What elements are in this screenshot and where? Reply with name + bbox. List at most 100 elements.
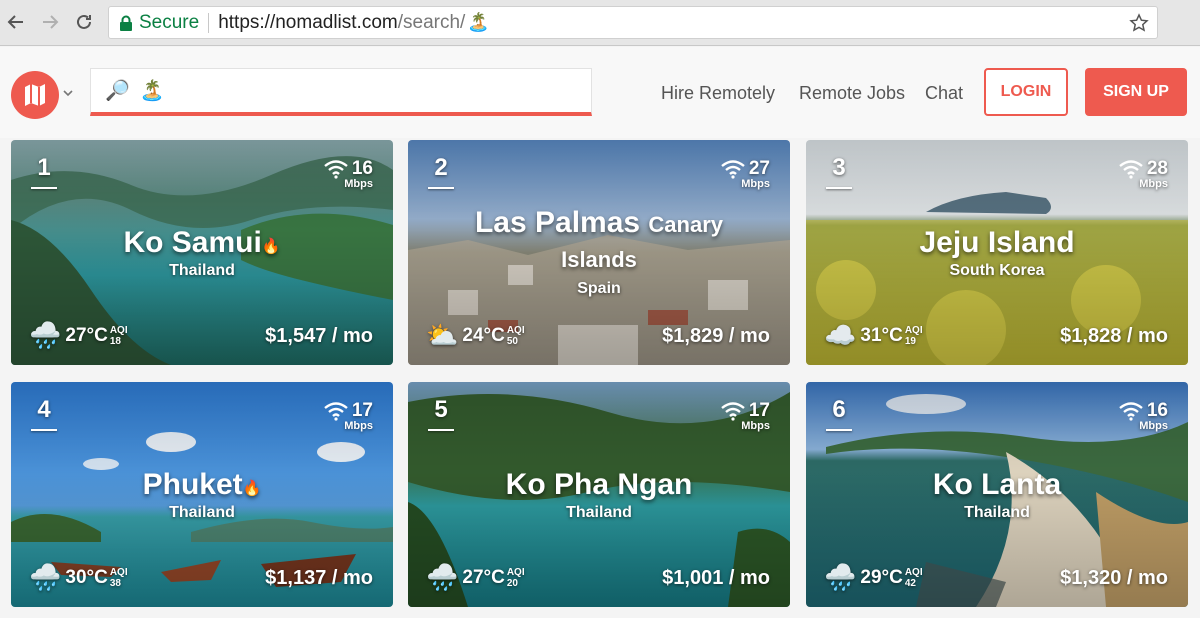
wifi-value: 28	[1146, 158, 1168, 179]
country-name: Thailand	[169, 262, 235, 279]
city-name-block: Jeju Island	[806, 226, 1188, 261]
bookmark-star-icon[interactable]	[1129, 13, 1149, 33]
nav-hire-remotely[interactable]: Hire Remotely	[661, 83, 775, 104]
city-name: Las Palmas	[474, 206, 641, 239]
wifi-speed: 16 Mbps	[323, 158, 373, 190]
search-input[interactable]: 🔎 🏝️	[90, 68, 592, 116]
city-card[interactable]: 2 27 Mbps Las Palmas Canary Islands Spain…	[408, 140, 790, 365]
back-button[interactable]	[2, 8, 30, 36]
reload-icon	[77, 14, 91, 29]
aqi-value: 38	[109, 577, 121, 589]
city-name-line2: Islands	[561, 246, 637, 272]
rank-number: 2	[434, 154, 448, 181]
rank-underline	[428, 187, 454, 189]
monthly-cost: $1,001 / mo	[662, 567, 770, 589]
aqi-label: AQI	[109, 324, 128, 336]
fire-icon: 🔥	[261, 238, 281, 255]
city-name-block: Phuket🔥	[11, 468, 393, 503]
chevron-down-icon[interactable]	[62, 87, 74, 99]
weather-info: ☁️ 31°C AQI 19	[824, 320, 923, 351]
city-name-block: Ko Pha Ngan	[408, 468, 790, 503]
aqi-label: AQI	[506, 324, 525, 336]
city-name-block: Ko Lanta	[806, 468, 1188, 503]
wifi-unit: Mbps	[344, 420, 373, 432]
secure-label: Secure	[139, 11, 200, 33]
arrow-right-icon	[43, 15, 59, 29]
wifi-speed: 17 Mbps	[720, 400, 770, 432]
nav-chat[interactable]: Chat	[925, 83, 963, 104]
wifi-value: 16	[351, 158, 373, 179]
temperature: 27°C	[65, 324, 108, 346]
rank-underline	[826, 187, 852, 189]
temperature: 29°C	[860, 566, 903, 588]
city-card[interactable]: 4 17 Mbps Phuket🔥 Thailand 🌧️ 30°C AQI 3…	[11, 382, 393, 607]
nomadlist-logo[interactable]	[11, 71, 59, 119]
city-card[interactable]: 6 16 Mbps Ko Lanta Thailand 🌧️ 29°C AQI	[806, 382, 1188, 607]
rank-underline	[31, 429, 57, 431]
forward-button[interactable]	[36, 8, 64, 36]
lock-icon	[120, 15, 132, 31]
city-name: Phuket	[142, 468, 243, 501]
country-name: South Korea	[949, 262, 1045, 279]
wifi-icon	[324, 402, 348, 421]
aqi-value: 42	[904, 577, 916, 589]
wifi-unit: Mbps	[1139, 178, 1168, 190]
weather-info: 🌧️ 27°C AQI 20	[426, 562, 525, 593]
weather-icon: 🌧️	[824, 562, 857, 592]
url-host: https://nomadlist.com	[218, 11, 398, 33]
rank-number: 6	[832, 396, 846, 423]
wifi-unit: Mbps	[344, 178, 373, 190]
wifi-unit: Mbps	[741, 420, 770, 432]
arrow-left-icon	[7, 15, 23, 29]
nav-remote-jobs[interactable]: Remote Jobs	[799, 83, 905, 104]
country-name: Thailand	[566, 504, 632, 521]
aqi-label: AQI	[904, 566, 923, 578]
rank-number: 5	[434, 396, 448, 423]
wifi-speed: 16 Mbps	[1118, 400, 1168, 432]
aqi-block: AQI 38	[110, 567, 128, 589]
search-icon: 🔎	[105, 80, 130, 102]
rank-underline	[31, 187, 57, 189]
aqi-block: AQI 20	[507, 567, 525, 589]
temperature: 27°C	[462, 566, 505, 588]
wifi-unit: Mbps	[1139, 420, 1168, 432]
weather-info: 🌧️ 30°C AQI 38	[29, 562, 128, 593]
map-icon	[25, 84, 45, 106]
city-card[interactable]: 5 17 Mbps Ko Pha Ngan Thailand 🌧️ 27°C A…	[408, 382, 790, 607]
fire-icon: 🔥	[242, 480, 262, 497]
temperature: 30°C	[65, 566, 108, 588]
monthly-cost: $1,828 / mo	[1060, 325, 1168, 347]
wifi-icon	[1119, 402, 1143, 421]
signup-button[interactable]: SIGN UP	[1085, 68, 1187, 116]
site-header: 🔎 🏝️ Hire Remotely Remote Jobs Chat LOGI…	[0, 47, 1200, 138]
wifi-speed: 27 Mbps	[720, 158, 770, 190]
city-name: Ko Pha Ngan	[505, 468, 693, 501]
url-emoji: 🏝️	[467, 12, 490, 32]
reload-button[interactable]	[70, 8, 98, 36]
country-name: Thailand	[169, 504, 235, 521]
aqi-block: AQI 50	[507, 325, 525, 347]
aqi-label: AQI	[506, 566, 525, 578]
weather-icon: 🌧️	[29, 320, 62, 350]
browser-toolbar: Secure https://nomadlist.com/search/🏝️	[0, 0, 1200, 46]
monthly-cost: $1,829 / mo	[662, 325, 770, 347]
aqi-block: AQI 19	[905, 325, 923, 347]
city-card[interactable]: 3 28 Mbps Jeju Island South Korea ☁️ 31°…	[806, 140, 1188, 365]
wifi-speed: 17 Mbps	[323, 400, 373, 432]
city-name: Jeju Island	[919, 226, 1075, 259]
address-bar[interactable]: Secure https://nomadlist.com/search/🏝️	[108, 6, 1158, 39]
aqi-block: AQI 42	[905, 567, 923, 589]
city-name-block: Ko Samui🔥	[11, 226, 393, 261]
aqi-label: AQI	[109, 566, 128, 578]
wifi-unit: Mbps	[741, 178, 770, 190]
city-card[interactable]: 1 16 Mbps Ko Samui🔥 Thailand 🌧️ 27°C AQI	[11, 140, 393, 365]
login-button[interactable]: LOGIN	[984, 68, 1068, 116]
monthly-cost: $1,137 / mo	[265, 567, 373, 589]
weather-icon: ⛅	[426, 320, 459, 350]
city-name-block: Las Palmas Canary Islands	[408, 206, 790, 275]
country-name: Thailand	[964, 504, 1030, 521]
wifi-value: 27	[748, 158, 770, 179]
url-path: /search/	[397, 11, 466, 33]
weather-info: 🌧️ 29°C AQI 42	[824, 562, 923, 593]
weather-icon: 🌧️	[426, 562, 459, 592]
